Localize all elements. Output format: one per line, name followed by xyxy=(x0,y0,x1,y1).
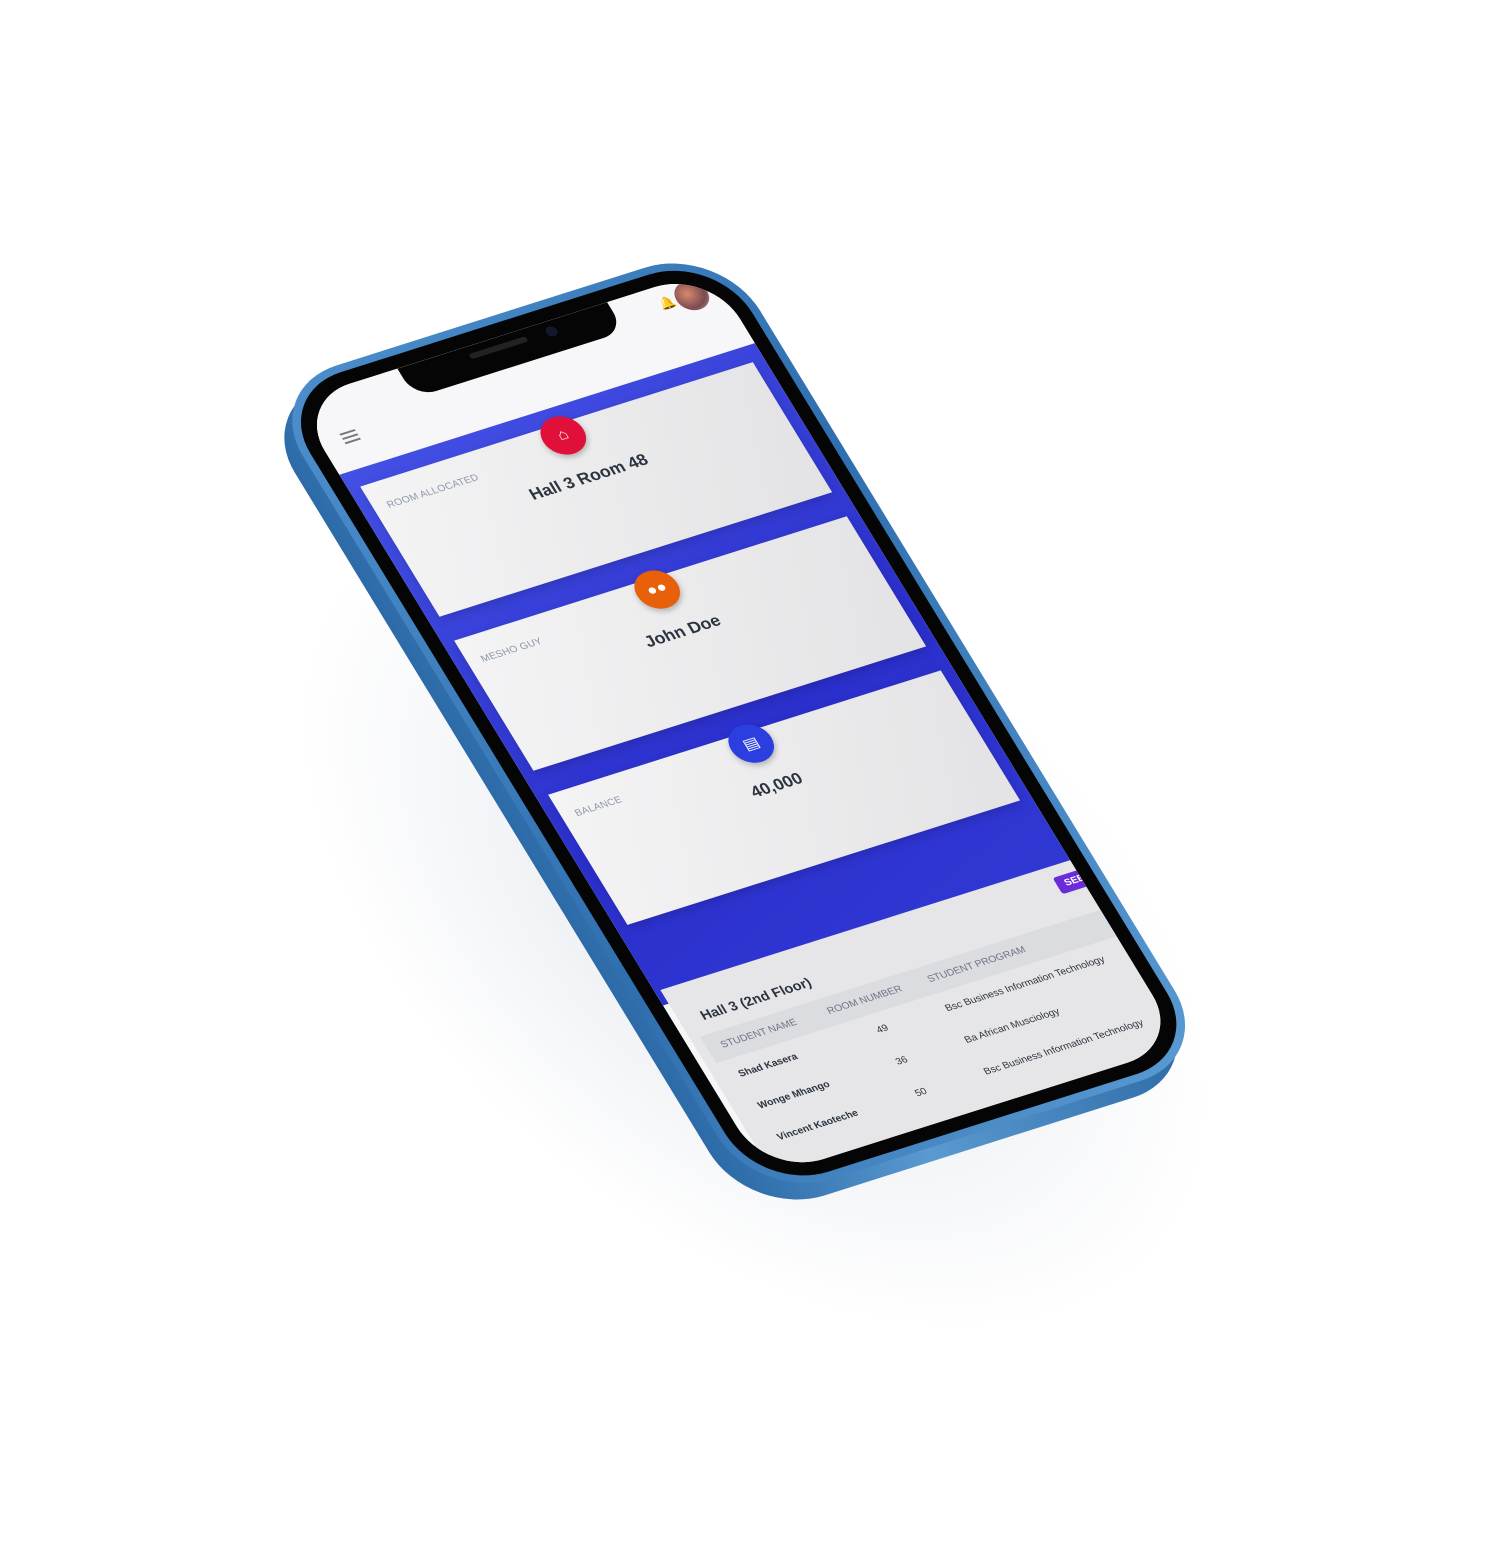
card-label: MESHO GUY xyxy=(478,636,545,665)
hamburger-icon[interactable] xyxy=(339,429,362,447)
camera xyxy=(543,325,560,338)
card-label: BALANCE xyxy=(572,794,625,819)
avatar[interactable] xyxy=(668,277,716,315)
bell-icon[interactable]: 🔔 xyxy=(655,294,678,312)
speaker xyxy=(468,336,529,360)
